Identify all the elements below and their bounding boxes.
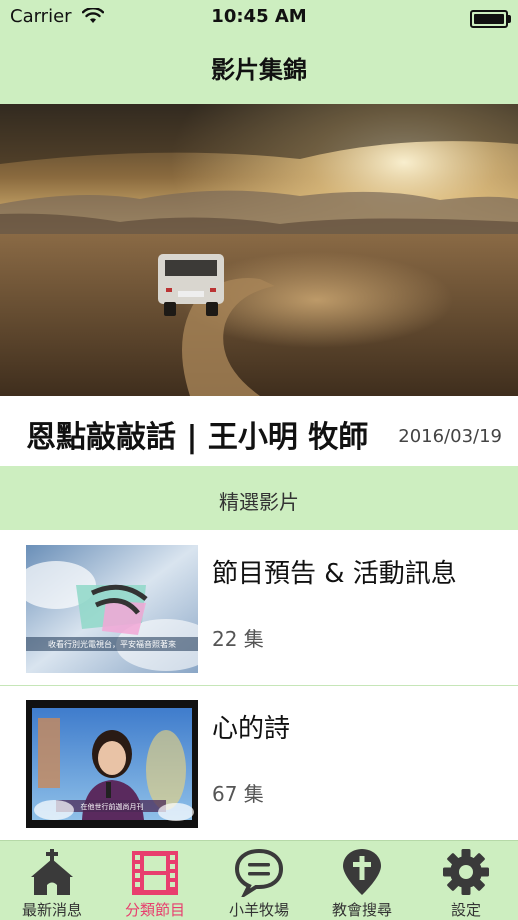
status-bar: Carrier 10:45 AM	[0, 0, 518, 34]
section-title: 精選影片	[219, 490, 299, 514]
tab-categories[interactable]: 分類節目	[103, 841, 207, 920]
battery-icon	[470, 10, 511, 28]
tab-label: 小羊牧場	[228, 901, 289, 919]
hero-banner[interactable]	[0, 104, 518, 396]
tab-label: 最新消息	[21, 901, 82, 919]
section-header: 精選影片	[0, 466, 518, 530]
hero-caption[interactable]: 恩點敲敲話 | 王小明 牧師 2016/03/19	[0, 396, 518, 466]
episode-count: 22 集	[212, 627, 264, 651]
list-item[interactable]: 收看行別光電視台，平安福音照著來 節目預告 & 活動訊息 22 集	[0, 531, 518, 686]
video-thumbnail: 在他世行前迦尚月刊	[26, 700, 198, 828]
app-screen: Carrier 10:45 AM 影片集錦 恩點敲敲話 | 王小明 牧師 201…	[0, 0, 518, 920]
tab-label: 設定	[450, 901, 481, 919]
map-pin-cross-icon	[343, 849, 381, 895]
thumbnail-caption: 收看行別光電視台，平安福音照著來	[48, 639, 176, 649]
gear-icon	[443, 849, 489, 895]
item-title: 節目預告 & 活動訊息	[212, 559, 457, 589]
hero-date: 2016/03/19	[398, 426, 502, 447]
hero-title: 恩點敲敲話 | 王小明 牧師	[26, 420, 369, 455]
tab-lamb-ranch[interactable]: 小羊牧場	[207, 841, 311, 920]
top-bar: Carrier 10:45 AM 影片集錦	[0, 0, 518, 104]
thumbnail-caption: 在他世行前迦尚月刊	[81, 802, 144, 811]
tab-church-search[interactable]: 教會搜尋	[310, 841, 414, 920]
tab-label: 教會搜尋	[331, 901, 392, 919]
list-item[interactable]: 在他世行前迦尚月刊 心的詩 67 集	[0, 686, 518, 841]
tab-bar: 最新消息 分類節目 小羊牧場 教會搜尋 設定	[0, 840, 518, 920]
clock: 10:45 AM	[211, 6, 307, 27]
video-thumbnail: 收看行別光電視台，平安福音照著來	[26, 545, 198, 673]
tab-label: 分類節目	[124, 901, 185, 919]
hero-image	[0, 104, 518, 396]
tab-latest-news[interactable]: 最新消息	[0, 841, 104, 920]
page-title: 影片集錦	[211, 56, 307, 84]
episode-count: 67 集	[212, 782, 264, 806]
church-icon	[31, 849, 73, 895]
item-title: 心的詩	[212, 714, 291, 744]
film-icon	[132, 851, 178, 895]
chat-bubble-icon	[234, 848, 284, 897]
tab-settings[interactable]: 設定	[414, 841, 518, 920]
